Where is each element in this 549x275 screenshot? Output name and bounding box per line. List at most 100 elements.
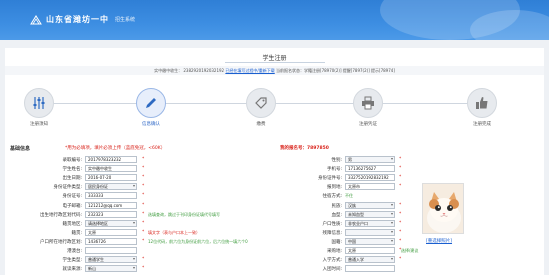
field-select[interactable]: 普通入学 <box>345 256 395 264</box>
field-input[interactable]: 实中缴中收生 <box>85 165 137 173</box>
field-input[interactable]: 太原市 <box>345 183 395 191</box>
required-marker: * <box>142 175 145 181</box>
download-link[interactable]: 已经在填写过程中/重新下载 <box>225 68 274 73</box>
section-label: 基础信息 <box>10 146 31 152</box>
field-input[interactable]: 1436726 <box>85 237 137 245</box>
field-select[interactable]: 中国 <box>345 237 395 245</box>
field-select[interactable]: 汉族 <box>345 201 395 209</box>
school-logo: 山东省潍坊一中 招生系统 <box>30 14 135 25</box>
field-value: 不住 <box>345 193 353 199</box>
field-input[interactable]: 2016-07-20 <box>85 174 137 182</box>
required-marker: * <box>399 220 402 226</box>
field-select[interactable]: 居民身份证 <box>85 183 137 191</box>
field-label: 入学方式: <box>322 258 342 264</box>
field-select[interactable] <box>345 228 395 236</box>
field-input[interactable]: 太原 <box>345 247 395 254</box>
field-select[interactable]: 非农业户口 <box>345 219 395 227</box>
field-label: 采购地: <box>326 249 342 254</box>
step-label: 注册凭证 <box>359 122 377 127</box>
field-input[interactable]: 121212@qq.com <box>85 201 137 209</box>
step-complete[interactable]: 注册完成 <box>452 88 512 127</box>
info-status: 当前报名状态：学籍注册[78970(2)] 提醒[7897(2)] 提示[789… <box>276 68 395 73</box>
field-label: 残障信息: <box>322 230 342 236</box>
required-marker: * <box>399 257 402 263</box>
field-select[interactable]: 请选择地区 <box>85 219 137 227</box>
field-select[interactable]: 男 <box>345 156 395 163</box>
field-label: 手机号: <box>326 167 342 173</box>
form-header: 基础信息 *用为必填项，填片必须上传（蓝底免冠，<60K） 我的报名号：7897… <box>5 143 544 153</box>
field-label: 港澳台: <box>66 249 82 254</box>
choose-photo-link[interactable]: [重选择照片] <box>426 238 452 244</box>
field-label: 学生类型: <box>62 258 82 264</box>
required-marker: * <box>399 175 402 181</box>
field-label: 身份证号: <box>62 194 82 200</box>
required-marker: * <box>142 238 145 244</box>
field-label: 民族: <box>331 203 342 209</box>
field-input[interactable]: 17136275627 <box>345 165 395 173</box>
student-photo <box>422 183 464 234</box>
field-label: 学生姓名: <box>62 167 82 173</box>
step-label: 缴费 <box>256 122 266 127</box>
field-input[interactable] <box>85 247 137 254</box>
sliders-icon <box>33 97 45 109</box>
field-label: 籍贯地区: <box>62 221 82 227</box>
field-label: 国籍: <box>331 239 342 245</box>
school-name: 山东省潍坊一中 <box>46 14 109 24</box>
required-marker: * <box>142 220 145 226</box>
field-input[interactable]: 3327520192832192 <box>345 174 395 182</box>
required-marker: * <box>142 193 145 199</box>
step-circle <box>246 88 276 118</box>
field-label: 出生日期: <box>62 176 82 182</box>
page-header: 山东省潍坊一中 招生系统 <box>0 0 549 40</box>
step-payment[interactable]: 缴费 <box>231 88 291 127</box>
info-prefix: 实中缴中收生： <box>154 68 183 73</box>
step-label: 信息确认 <box>142 122 160 127</box>
field-input[interactable]: 333333 <box>85 192 137 200</box>
field-input[interactable] <box>345 265 395 273</box>
field-select[interactable]: 未知血型 <box>345 210 395 218</box>
cat-photo-image <box>423 184 463 233</box>
step-label: 注册须知 <box>30 122 48 127</box>
required-marker: * <box>399 166 402 172</box>
step-notice[interactable]: 注册须知 <box>9 88 69 127</box>
step-circle <box>24 88 54 118</box>
system-name: 招生系统 <box>115 17 136 23</box>
required-marker: * <box>399 157 402 162</box>
thumbs-up-icon <box>476 97 488 109</box>
field-input[interactable]: 太原 <box>85 228 137 236</box>
step-circle <box>467 88 497 118</box>
field-label: 血型: <box>331 212 342 218</box>
step-certificate[interactable]: 注册凭证 <box>338 88 398 127</box>
field-label: 报到地: <box>326 185 342 191</box>
field-select[interactable]: 普通学生 <box>85 256 137 264</box>
required-marker: * <box>142 202 145 208</box>
field-label: 电子邮箱: <box>62 203 82 209</box>
registration-info: 实中缴中收生： 2382920192032192 已经在填写过程中/重新下载 当… <box>5 66 544 75</box>
required-marker: * <box>142 257 145 263</box>
required-marker: * <box>142 157 145 162</box>
field-label: 性别: <box>331 158 342 163</box>
field-input[interactable]: 232323 <box>85 210 137 218</box>
page-title: 学生注册 <box>262 55 287 62</box>
required-marker: * <box>399 229 402 235</box>
info-id: 2382920192032192 <box>183 68 225 73</box>
required-marker: * <box>142 211 145 217</box>
printer-icon <box>362 96 374 110</box>
field-input[interactable]: 2017978323232 <box>85 156 137 163</box>
field-hint: 选填查询，跳过于刊印身份证填代号填写 <box>148 211 220 217</box>
tag-icon <box>255 97 267 109</box>
step-confirm-info[interactable]: 信息确认 <box>121 88 181 127</box>
field-label: 身份证件类型: <box>53 185 82 191</box>
field-label: 住宿方式: <box>322 194 342 200</box>
registration-number: 我的报名号：7897850 <box>280 146 329 151</box>
title-divider <box>225 62 325 63</box>
required-marker: * <box>142 229 145 235</box>
field-label: 录取编号: <box>62 158 82 163</box>
field-label: 出生地行政区划代码: <box>39 212 82 218</box>
required-marker: * <box>142 184 145 190</box>
required-marker: * <box>142 166 145 172</box>
field-select[interactable]: 新山 <box>85 265 137 273</box>
field-label: 籍贯: <box>71 230 82 236</box>
required-marker: * <box>399 202 402 208</box>
step-label: 注册完成 <box>473 122 491 127</box>
